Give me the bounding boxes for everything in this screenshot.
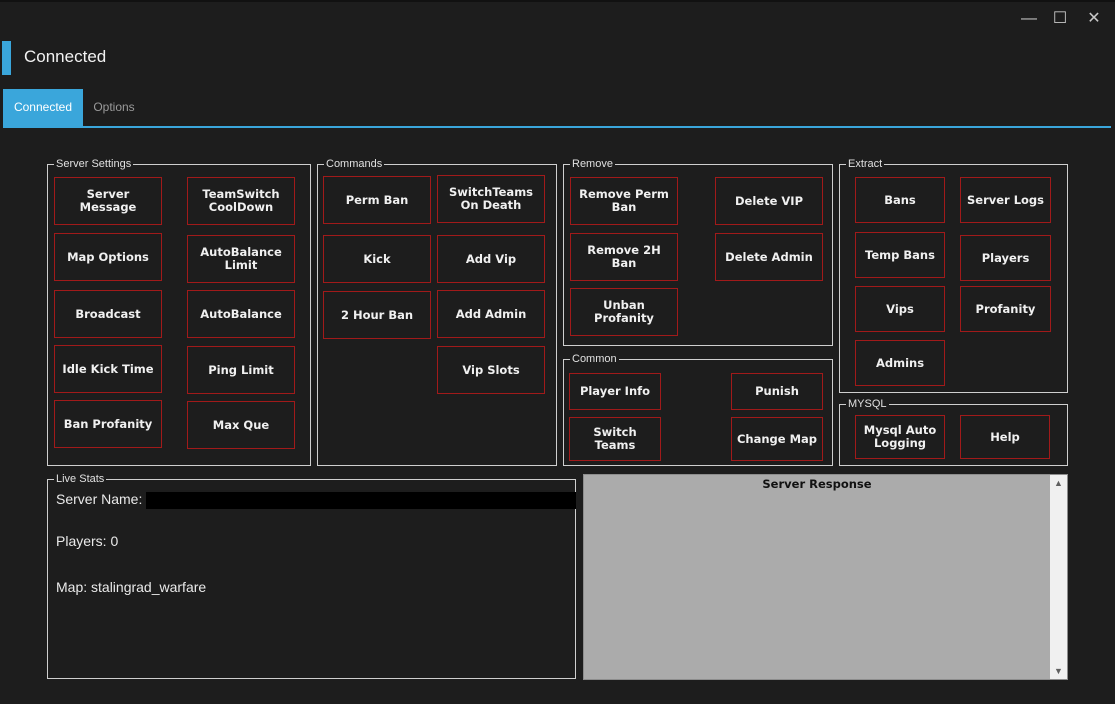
autobalance-button[interactable]: AutoBalance bbox=[187, 290, 295, 338]
add-vip-button[interactable]: Add Vip bbox=[437, 235, 545, 283]
ban-profanity-button[interactable]: Ban Profanity bbox=[54, 400, 162, 448]
tab-options[interactable]: Options bbox=[83, 89, 145, 126]
server-response-scrollbar[interactable]: ▲ ▼ bbox=[1050, 475, 1067, 679]
perm-ban-button[interactable]: Perm Ban bbox=[323, 176, 431, 224]
vips-button[interactable]: Vips bbox=[855, 286, 945, 332]
tab-underline bbox=[3, 126, 1111, 128]
live-stats-group: Live Stats Server Name: Players: 0 Map: … bbox=[47, 472, 576, 679]
idle-kick-time-button[interactable]: Idle Kick Time bbox=[54, 345, 162, 393]
profanity-button[interactable]: Profanity bbox=[960, 286, 1051, 332]
server-response-box[interactable]: Server Response ▲ ▼ bbox=[583, 474, 1068, 680]
help-button[interactable]: Help bbox=[960, 415, 1050, 459]
vip-slots-button[interactable]: Vip Slots bbox=[437, 346, 545, 394]
change-map-button[interactable]: Change Map bbox=[731, 417, 823, 461]
autobalance-limit-button[interactable]: AutoBalance Limit bbox=[187, 235, 295, 283]
remove-group: Remove Remove Perm Ban Delete VIP Remove… bbox=[563, 157, 833, 346]
unban-profanity-button[interactable]: Unban Profanity bbox=[570, 288, 678, 336]
close-icon[interactable]: ✕ bbox=[1083, 8, 1105, 30]
temp-bans-button[interactable]: Temp Bans bbox=[855, 232, 945, 278]
bans-button[interactable]: Bans bbox=[855, 177, 945, 223]
title-accent-bar bbox=[2, 41, 11, 75]
extract-label: Extract bbox=[846, 157, 885, 171]
mysql-auto-logging-button[interactable]: Mysql Auto Logging bbox=[855, 415, 945, 459]
switch-teams-button[interactable]: Switch Teams bbox=[569, 417, 661, 461]
extract-group: Extract Bans Server Logs Temp Bans Playe… bbox=[839, 157, 1068, 393]
switchteams-on-death-button[interactable]: SwitchTeams On Death bbox=[437, 175, 545, 223]
common-label: Common bbox=[570, 352, 619, 366]
common-group: Common Player Info Punish Switch Teams C… bbox=[563, 352, 833, 466]
teamswitch-cooldown-button[interactable]: TeamSwitch CoolDown bbox=[187, 177, 295, 225]
two-hour-ban-button[interactable]: 2 Hour Ban bbox=[323, 291, 431, 339]
mysql-group: MYSQL Mysql Auto Logging Help bbox=[839, 397, 1068, 466]
map-options-button[interactable]: Map Options bbox=[54, 233, 162, 281]
scroll-down-icon[interactable]: ▼ bbox=[1050, 666, 1067, 676]
players-button[interactable]: Players bbox=[960, 235, 1051, 281]
delete-vip-button[interactable]: Delete VIP bbox=[715, 177, 823, 225]
top-border bbox=[0, 0, 1115, 2]
ping-limit-button[interactable]: Ping Limit bbox=[187, 346, 295, 394]
server-logs-button[interactable]: Server Logs bbox=[960, 177, 1051, 223]
add-admin-button[interactable]: Add Admin bbox=[437, 290, 545, 338]
player-info-button[interactable]: Player Info bbox=[569, 373, 661, 410]
current-map: Map: stalingrad_warfare bbox=[56, 579, 207, 595]
commands-label: Commands bbox=[324, 157, 385, 171]
commands-group: Commands Perm Ban SwitchTeams On Death K… bbox=[317, 157, 557, 466]
redacted-server-name bbox=[146, 492, 576, 509]
tab-connected[interactable]: Connected bbox=[3, 89, 83, 126]
mysql-label: MYSQL bbox=[846, 397, 889, 411]
max-que-button[interactable]: Max Que bbox=[187, 401, 295, 449]
broadcast-button[interactable]: Broadcast bbox=[54, 290, 162, 338]
minimize-icon[interactable]: — bbox=[1018, 8, 1040, 30]
admins-button[interactable]: Admins bbox=[855, 340, 945, 386]
maximize-icon[interactable]: ☐ bbox=[1049, 8, 1071, 30]
punish-button[interactable]: Punish bbox=[731, 373, 823, 410]
remove-perm-ban-button[interactable]: Remove Perm Ban bbox=[570, 177, 678, 225]
players-count: Players: 0 bbox=[56, 533, 119, 549]
remove-2h-ban-button[interactable]: Remove 2H Ban bbox=[570, 233, 678, 281]
server-message-button[interactable]: Server Message bbox=[54, 177, 162, 225]
server-settings-label: Server Settings bbox=[54, 157, 134, 171]
remove-label: Remove bbox=[570, 157, 615, 171]
delete-admin-button[interactable]: Delete Admin bbox=[715, 233, 823, 281]
server-settings-group: Server Settings Server Message TeamSwitc… bbox=[47, 157, 311, 466]
window-title: Connected bbox=[24, 47, 107, 66]
kick-button[interactable]: Kick bbox=[323, 235, 431, 283]
server-name-label: Server Name: bbox=[56, 491, 143, 507]
server-response-title: Server Response bbox=[762, 477, 872, 491]
live-stats-label: Live Stats bbox=[54, 472, 107, 486]
scroll-up-icon[interactable]: ▲ bbox=[1050, 478, 1067, 488]
